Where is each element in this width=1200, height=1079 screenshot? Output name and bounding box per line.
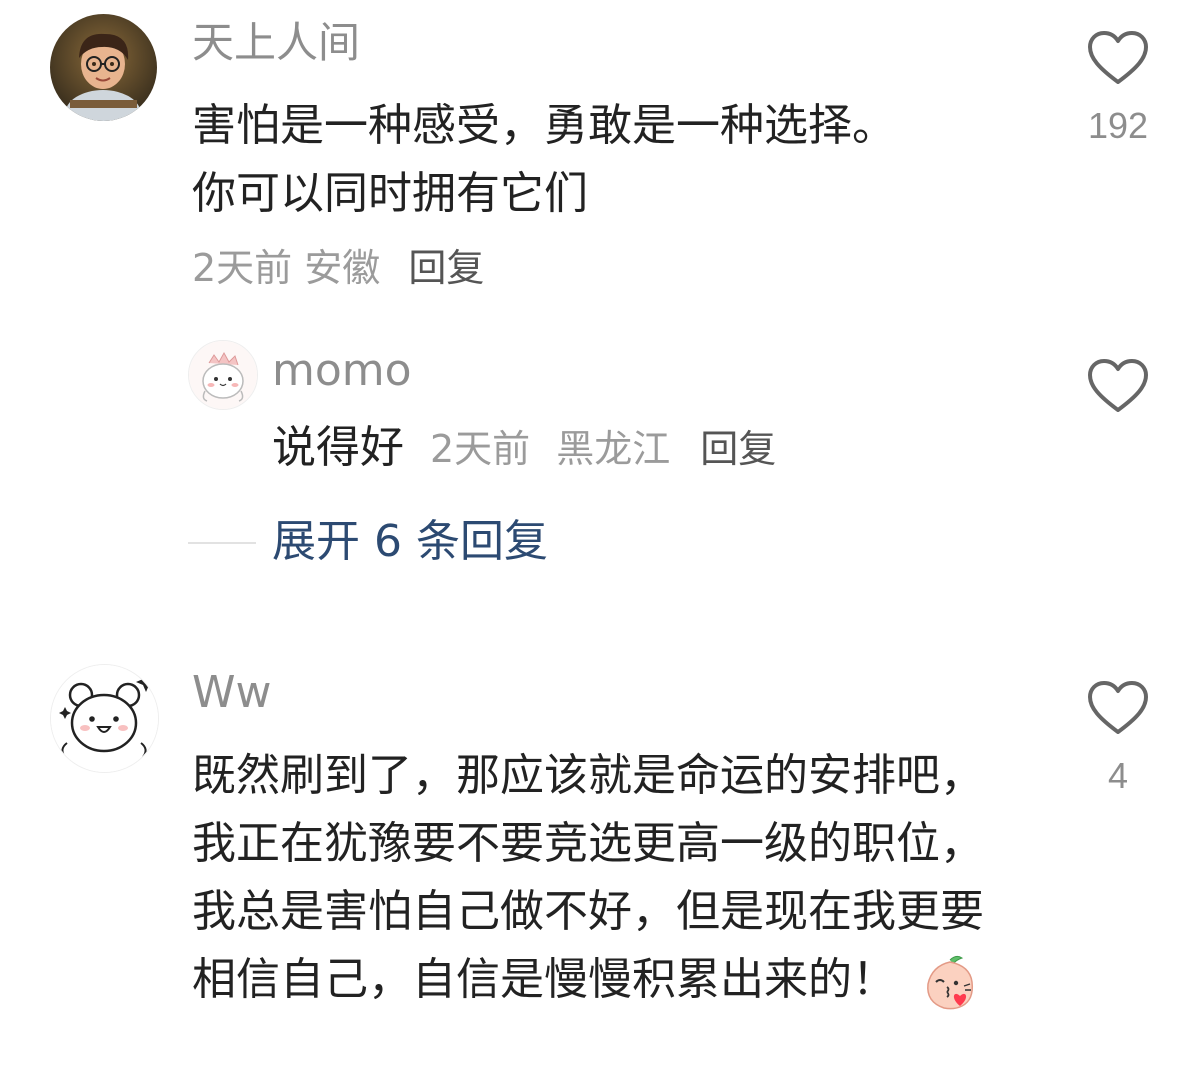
boy-with-glasses-avatar-icon [50,14,157,121]
comment-text-body: 既然刷到了，那应该就是命运的安排吧，我正在犹豫要不要竞选更高一级的职位，我总是害… [192,750,984,1005]
comment-text: 害怕是一种感受，勇敢是一种选择。 你可以同时拥有它们 [192,100,896,219]
reply-body: 说得好 2天前 黑龙江 回复 [272,414,776,483]
cartoon-bear-avatar-icon [51,665,158,772]
comment-time: 2天前 [192,246,293,290]
reply-time: 2天前 [430,427,531,471]
heart-icon [1088,359,1148,412]
blowing-kiss-peach-emoji-icon [920,952,980,1012]
like-button[interactable]: 192 [1083,30,1153,148]
cartoon-dino-avatar-icon [189,341,257,409]
like-button[interactable] [1083,358,1153,414]
expand-replies-link[interactable]: 展开 6 条回复 [272,514,548,570]
comment-username[interactable]: Ww [192,668,272,718]
avatar[interactable] [50,14,157,121]
reply-location: 黑龙江 [556,427,671,471]
like-button[interactable]: 4 [1083,680,1153,798]
avatar[interactable] [188,340,258,410]
expand-divider [188,542,256,544]
avatar[interactable] [50,664,159,773]
reply-username[interactable]: momo [272,346,412,396]
reply-button[interactable]: 回复 [408,246,484,290]
heart-icon [1088,681,1148,734]
like-count: 4 [1107,755,1129,796]
comment-text: 既然刷到了，那应该就是命运的安排吧，我正在犹豫要不要竞选更高一级的职位，我总是害… [192,742,1022,1014]
like-count: 192 [1087,105,1149,146]
reply-text: 说得好 [272,422,404,473]
heart-icon [1088,31,1148,84]
comment-meta: 2天前 安徽 回复 [192,244,484,292]
reply-button[interactable]: 回复 [700,427,776,471]
comment-location: 安徽 [304,246,381,290]
comment-username[interactable]: 天上人间 [192,18,360,68]
